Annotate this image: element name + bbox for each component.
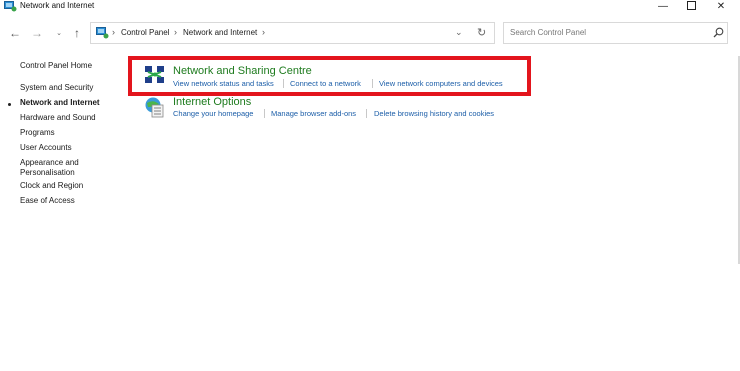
sidebar-item-ease-of-access[interactable]: Ease of Access xyxy=(20,196,75,206)
breadcrumb-separator: › xyxy=(262,27,265,37)
recent-locations-button[interactable]: ⌄ xyxy=(52,27,66,41)
forward-button[interactable]: → xyxy=(30,26,44,40)
link-change-homepage[interactable]: Change your homepage xyxy=(173,109,253,118)
sidebar-item-user-accounts[interactable]: User Accounts xyxy=(20,143,72,153)
link-separator xyxy=(283,79,284,88)
maximize-button[interactable] xyxy=(676,0,706,13)
link-delete-browsing-history[interactable]: Delete browsing history and cookies xyxy=(374,109,494,118)
window-title: Network and Internet xyxy=(20,1,95,10)
search-icon[interactable] xyxy=(713,27,724,38)
network-internet-icon xyxy=(4,1,17,12)
maximize-icon xyxy=(686,0,696,10)
sidebar-item-system-security[interactable]: System and Security xyxy=(20,83,93,93)
up-button[interactable]: ↑ xyxy=(70,26,84,40)
address-dropdown-icon[interactable]: ⌄ xyxy=(455,27,463,38)
navigation-bar: ← → ⌄ ↑ › Control Panel › Network and In… xyxy=(0,22,740,46)
sidebar-item-control-panel-home[interactable]: Control Panel Home xyxy=(20,61,92,71)
close-button[interactable]: ✕ xyxy=(706,0,736,13)
sidebar-item-personalisation[interactable]: Personalisation xyxy=(20,168,75,178)
sidebar-item-network-internet: Network and Internet xyxy=(20,98,100,107)
minimize-button[interactable]: — xyxy=(648,0,678,13)
control-panel-icon xyxy=(96,27,109,39)
link-separator xyxy=(366,109,367,118)
link-manage-add-ons[interactable]: Manage browser add-ons xyxy=(271,109,356,118)
internet-options-icon[interactable] xyxy=(144,96,166,118)
back-button[interactable]: ← xyxy=(8,26,22,40)
category-title-network-sharing[interactable]: Network and Sharing Centre xyxy=(173,65,312,77)
category-title-internet-options[interactable]: Internet Options xyxy=(173,96,251,108)
refresh-icon[interactable]: ↻ xyxy=(477,26,486,39)
link-separator xyxy=(372,79,373,88)
breadcrumb-separator: › xyxy=(112,27,115,37)
link-separator xyxy=(264,109,265,118)
search-placeholder: Search Control Panel xyxy=(510,28,587,37)
network-sharing-icon[interactable] xyxy=(144,64,166,86)
link-connect-to-network[interactable]: Connect to a network xyxy=(290,79,361,88)
link-view-network-status[interactable]: View network status and tasks xyxy=(173,79,274,88)
breadcrumb-network-internet[interactable]: Network and Internet xyxy=(183,28,257,37)
breadcrumb-separator: › xyxy=(174,27,177,37)
sidebar-item-hardware-sound[interactable]: Hardware and Sound xyxy=(20,113,96,123)
search-input[interactable]: Search Control Panel xyxy=(503,22,728,44)
link-view-network-computers[interactable]: View network computers and devices xyxy=(379,79,503,88)
sidebar-item-programs[interactable]: Programs xyxy=(20,128,55,138)
sidebar-item-appearance[interactable]: Appearance and xyxy=(20,158,79,168)
address-bar[interactable]: › Control Panel › Network and Internet ›… xyxy=(90,22,495,44)
title-bar: Network and Internet — ✕ xyxy=(0,0,740,14)
breadcrumb-control-panel[interactable]: Control Panel xyxy=(121,28,169,37)
sidebar-item-clock-region[interactable]: Clock and Region xyxy=(20,181,83,191)
active-indicator xyxy=(8,103,11,106)
